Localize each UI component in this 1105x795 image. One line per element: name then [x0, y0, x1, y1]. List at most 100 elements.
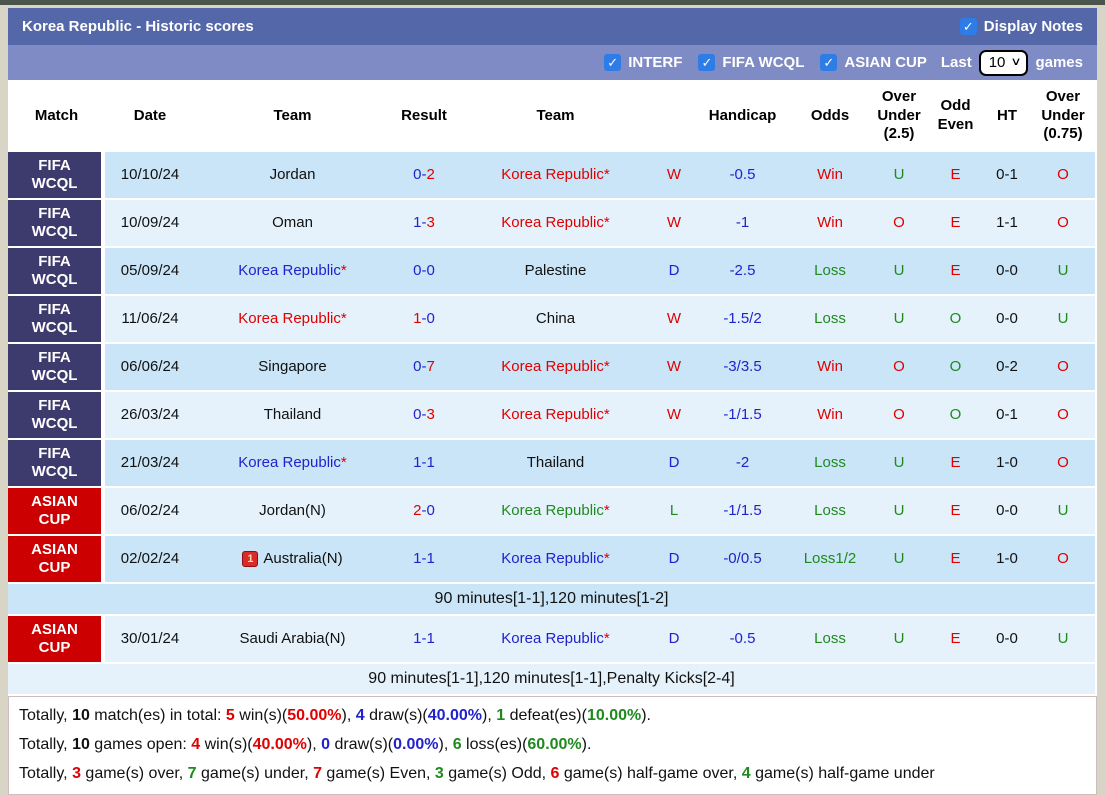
away-team-cell: Korea Republic *	[458, 488, 653, 534]
over-under-075-cell: O	[1057, 454, 1069, 471]
summary-line-1: Totally, 10 match(es) in total: 5 win(s)…	[19, 701, 1086, 730]
summary-segment: 10	[72, 707, 90, 724]
ht-cell: 0-0	[996, 310, 1018, 327]
home-team-cell: Jordan	[195, 152, 390, 198]
result-cell: 2-0	[390, 488, 458, 534]
filter-checkbox[interactable]: ✓	[604, 54, 622, 71]
home-score: 1	[413, 630, 422, 647]
table-header-row: Match Date Team Result Team Handicap Odds Over …	[8, 80, 1095, 152]
away-team-cell: Korea Republic *	[458, 536, 653, 582]
odd-even-cell: E	[950, 262, 961, 279]
date-cell: 21/03/24	[120, 454, 180, 471]
away-team-cell: Korea Republic *	[458, 152, 653, 198]
over-under-075-cell: O	[1057, 406, 1069, 423]
home-team-cell: Thailand	[195, 392, 390, 438]
date-cell: 05/09/24	[120, 262, 180, 279]
summary-segment: game(s) Even,	[321, 765, 435, 782]
wdl-cell: W	[666, 406, 682, 423]
home-team-cell: Singapore	[195, 344, 390, 390]
last-label: Last	[940, 54, 972, 71]
handicap-cell: -1.5/2	[723, 310, 762, 327]
over-under-075-cell: U	[1057, 630, 1069, 647]
wdl-cell: D	[668, 262, 680, 279]
filter-checkbox[interactable]: ✓	[698, 54, 716, 71]
home-team-cell: 1 Australia(N)	[195, 536, 390, 582]
summary-segment: win(s)(	[234, 707, 288, 724]
odd-even-cell: E	[950, 550, 961, 567]
away-score: 0	[426, 310, 435, 327]
filter-interf: ✓ INTERF	[604, 54, 682, 71]
wdl-cell: W	[666, 358, 682, 375]
table-row: FIFA WCQL 05/09/24 Korea Republic * 0-0 Pales…	[8, 248, 1095, 296]
summary-segment: ),	[438, 736, 453, 753]
over-under-25-cell: U	[893, 630, 905, 647]
home-score: 1	[413, 214, 422, 231]
result-cell: 1-1	[390, 536, 458, 582]
summary-segment: 4	[741, 765, 751, 782]
summary-segment: game(s) half-game over,	[559, 765, 742, 782]
filter-asian-cup: ✓ ASIAN CUP	[820, 54, 927, 71]
home-score: 0	[413, 358, 422, 375]
summary-segment: match(es) in total:	[89, 707, 226, 724]
table-row: ASIAN CUP 06/02/24 Jordan(N) 2-0 Korea Repub…	[8, 488, 1095, 536]
column-header-3: Result	[401, 106, 447, 124]
away-score: 3	[426, 406, 435, 423]
column-header-2: Team	[273, 106, 312, 124]
last-games-select[interactable]: 10 ∨	[978, 49, 1029, 76]
filter-checkbox[interactable]: ✓	[820, 54, 838, 71]
over-under-25-cell: U	[893, 310, 905, 327]
filter-label: ASIAN CUP	[844, 54, 927, 71]
handicap-cell: -2	[735, 454, 750, 471]
team-name: Korea Republic	[501, 406, 604, 423]
odd-even-cell: E	[950, 166, 961, 183]
star-mark: *	[340, 262, 347, 279]
away-team-cell: China	[458, 296, 653, 342]
odd-even-cell: E	[950, 630, 961, 647]
column-header-6: Handicap	[708, 106, 777, 124]
column-header-7: Odds	[810, 106, 850, 124]
date-cell: 02/02/24	[120, 550, 180, 567]
display-notes-checkbox[interactable]: ✓	[959, 18, 977, 35]
star-mark: *	[603, 166, 610, 183]
summary-line-2: Totally, 10 games open: 4 win(s)(40.00%)…	[19, 730, 1086, 759]
team-name: Korea Republic	[501, 502, 604, 519]
summary-segment: 1	[496, 707, 506, 724]
league-badge: FIFA WCQL	[8, 248, 105, 294]
summary-segment: ),	[341, 707, 356, 724]
over-under-075-cell: O	[1057, 358, 1069, 375]
column-header-10: HT	[997, 106, 1017, 124]
over-under-075-cell: O	[1057, 166, 1069, 183]
team-name: Australia(N)	[263, 550, 343, 567]
summary-segment: Totally,	[19, 707, 73, 724]
wdl-cell: D	[668, 630, 680, 647]
odds-cell: Loss	[814, 454, 846, 471]
summary-segment: ),	[306, 736, 322, 753]
column-header-5	[653, 80, 695, 152]
handicap-cell: -0.5	[729, 630, 756, 647]
over-under-075-cell: O	[1057, 214, 1069, 231]
team-name: Korea Republic	[501, 214, 604, 231]
league-badge: FIFA WCQL	[8, 296, 105, 342]
summary-segment: Totally,	[19, 765, 73, 782]
team-name: Saudi Arabia(N)	[239, 630, 346, 647]
over-under-25-cell: O	[893, 406, 905, 423]
over-under-075-cell: O	[1057, 550, 1069, 567]
summary-segment: loss(es)(	[461, 736, 528, 753]
odds-cell: Loss	[814, 262, 846, 279]
result-cell: 0-3	[390, 392, 458, 438]
column-header-11: Over Under (0.75)	[1041, 87, 1085, 143]
summary-segment: 5	[225, 707, 235, 724]
note-row: 90 minutes[1-1],120 minutes[1-1],Penalty…	[8, 664, 1095, 696]
handicap-cell: -1/1.5	[723, 406, 762, 423]
column-header-8: Over Under (2.5)	[877, 87, 921, 143]
summary-segment: game(s) over,	[80, 765, 188, 782]
over-under-25-cell: U	[893, 166, 905, 183]
star-mark: *	[603, 630, 610, 647]
odds-cell: Loss1/2	[803, 550, 857, 567]
over-under-25-cell: U	[893, 262, 905, 279]
column-header-0: Match	[34, 106, 79, 124]
team-name: Thailand	[526, 454, 585, 471]
over-under-25-cell: O	[893, 214, 905, 231]
ht-cell: 1-1	[996, 214, 1018, 231]
league-badge: ASIAN CUP	[8, 488, 105, 534]
